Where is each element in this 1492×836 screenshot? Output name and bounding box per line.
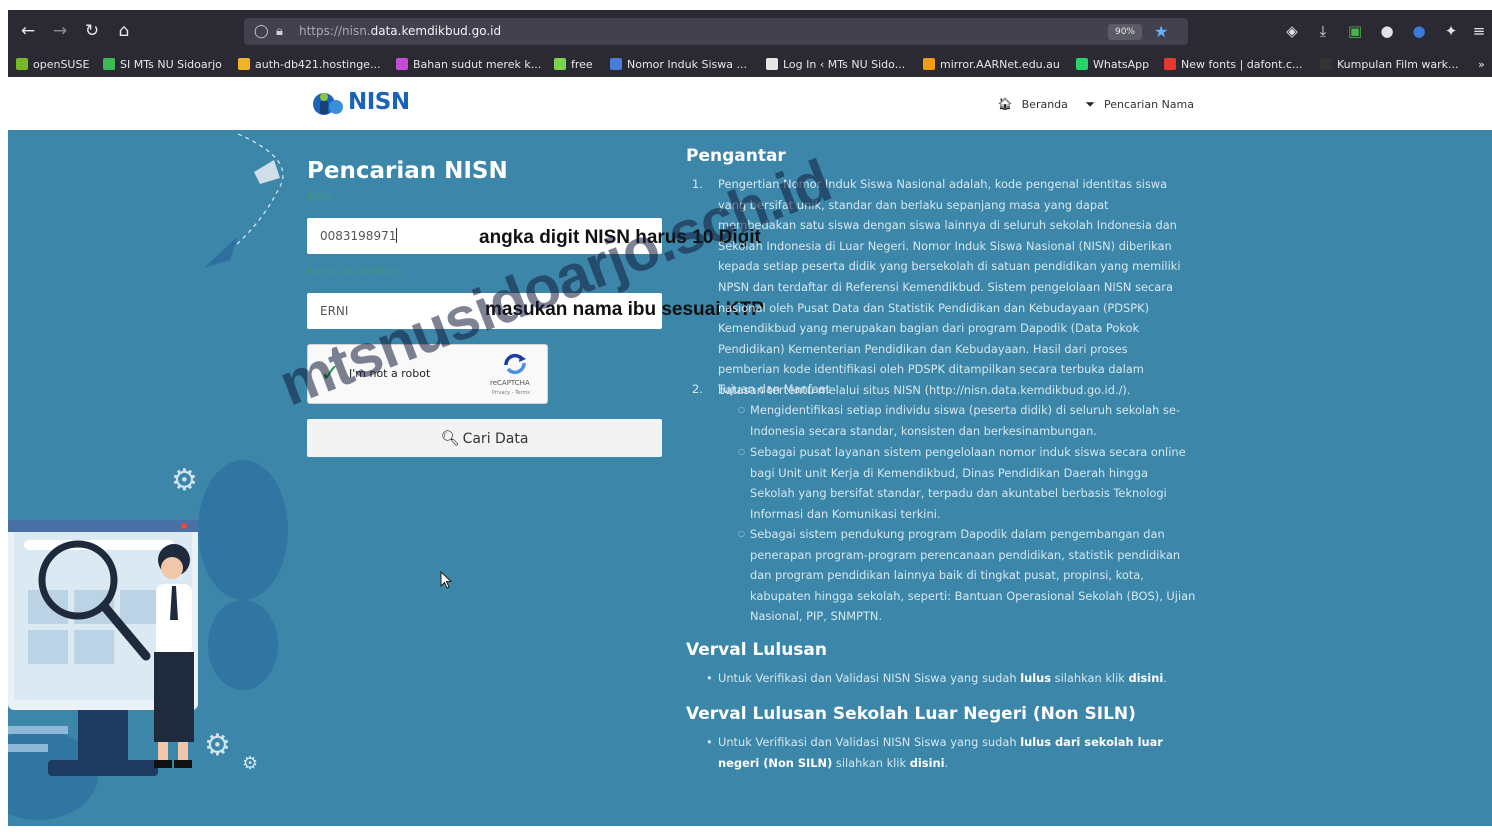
account-icon[interactable]: ● (1408, 10, 1430, 53)
pocket-icon[interactable]: ◈ (1281, 10, 1303, 53)
captcha-links[interactable]: Privacy - Terms (492, 390, 530, 396)
bookmark-item[interactable]: New fonts | dafont.c... (1164, 53, 1302, 77)
bookmark-item[interactable]: Bahan sudut merek k... (396, 53, 541, 77)
pin-icon[interactable]: ✦ (1440, 10, 1462, 53)
siln-link[interactable]: disini (910, 756, 945, 770)
verval-link[interactable]: disini (1128, 671, 1163, 685)
site-header: NISN 🏠︎ Beranda ⏷ Pencarian Nama (8, 77, 1492, 130)
bookmark-item[interactable]: Nomor Induk Siswa ... (610, 53, 747, 77)
search-illustration (8, 520, 198, 776)
circle-bullet-icon: ○ (738, 529, 745, 538)
download-icon[interactable]: ⤓ (1312, 10, 1334, 53)
browser-toolbar: ← → ↻ ⌂ ◯ 🔒︎ https://nisn.data.kemdikbud… (8, 10, 1492, 53)
menu-icon[interactable]: ≡ (1468, 10, 1490, 53)
mouse-cursor-icon (440, 571, 452, 589)
circle-bullet-icon: ○ (738, 405, 745, 414)
nisn-logo[interactable]: NISN (308, 85, 410, 123)
circle-extension-icon[interactable]: ● (1376, 10, 1398, 53)
nav-beranda[interactable]: 🏠︎ Beranda (990, 97, 1068, 111)
bookmark-favicon-icon (16, 58, 28, 70)
bookmark-star-icon[interactable]: ★ (1154, 18, 1168, 45)
zoom-badge[interactable]: 90% (1108, 24, 1142, 40)
lock-icon[interactable]: 🔒︎ (276, 18, 283, 45)
bookmark-item[interactable]: free (554, 53, 593, 77)
bookmark-favicon-icon (766, 58, 778, 70)
purpose-item-2: ○ Sebagai pusat layanan sistem pengelola… (738, 442, 1196, 524)
siln-heading: Verval Lulusan Sekolah Luar Negeri (Non … (686, 704, 1136, 724)
bookmark-favicon-icon (238, 58, 250, 70)
extension-icon[interactable]: ▣ (1344, 10, 1366, 53)
reload-icon[interactable]: ↻ (76, 10, 108, 53)
purpose-item-3: ○ Sebagai sistem pendukung program Dapod… (738, 524, 1196, 627)
bookmark-item[interactable]: mirror.AARNet.edu.au (923, 53, 1060, 77)
bookmark-favicon-icon (1164, 58, 1176, 70)
search-icon: 🔍︎ (440, 429, 460, 447)
paper-plane-decoration (204, 133, 284, 268)
gear-icon: ⚙ (242, 753, 259, 774)
address-bar[interactable]: ◯ 🔒︎ https://nisn.data.kemdikbud.go.id 9… (244, 18, 1188, 45)
search-button[interactable]: 🔍︎ Cari Data (307, 419, 662, 457)
bookmark-item[interactable]: auth-db421.hostinge... (238, 53, 380, 77)
nisn-label: NISN (307, 192, 332, 203)
bottom-strip (8, 826, 1492, 836)
main-content: ⚙ ⚙ ⚙ Pencarian NISN NISN 0083198971 ang… (8, 130, 1492, 836)
bookmark-item[interactable]: SI MTs NU Sidoarjo (103, 53, 222, 77)
siln-item: • Untuk Verifikasi dan Validasi NISN Sis… (706, 735, 1163, 770)
text-caret (396, 228, 398, 243)
verval-heading: Verval Lulusan (686, 640, 827, 660)
top-nav: 🏠︎ Beranda ⏷ Pencarian Nama (983, 77, 1194, 130)
home-icon[interactable]: ⌂ (108, 10, 140, 53)
bookmarks-overflow-icon[interactable]: » (1478, 53, 1485, 77)
bookmark-favicon-icon (103, 58, 115, 70)
home-icon: 🏠︎ (997, 97, 1013, 111)
captcha-brand: reCAPTCHA (490, 379, 530, 387)
intro-item-2: 2. Tujuan dan Manfaat (692, 382, 831, 396)
back-icon[interactable]: ← (12, 10, 44, 53)
bookmark-item[interactable]: openSUSE (16, 53, 89, 77)
shield-icon[interactable]: ◯ (254, 18, 269, 45)
verval-item: • Untuk Verifikasi dan Validasi NISN Sis… (706, 671, 1167, 685)
bookmark-item[interactable]: Log In ‹ MTs NU Sido... (766, 53, 905, 77)
bookmark-favicon-icon (923, 58, 935, 70)
recaptcha-logo-icon (504, 353, 526, 375)
gear-icon: ⚙ (171, 463, 198, 498)
bookmark-favicon-icon (610, 58, 622, 70)
nisn-emblem-icon (313, 93, 343, 115)
bookmark-favicon-icon (396, 58, 408, 70)
bookmark-favicon-icon (554, 58, 566, 70)
bookmark-item[interactable]: Kumpulan Film wark... (1320, 53, 1459, 77)
bookmarks-bar: openSUSE SI MTs NU Sidoarjo auth-db421.h… (8, 53, 1492, 77)
logo-text: NISN (348, 89, 410, 115)
nav-pencarian-nama[interactable]: ⏷ Pencarian Nama (1078, 97, 1194, 111)
circle-bullet-icon: ○ (738, 447, 745, 456)
page-title: Pencarian NISN (307, 158, 508, 184)
bookmark-favicon-icon (1076, 58, 1088, 70)
bookmark-item[interactable]: WhatsApp (1076, 53, 1149, 77)
bookmark-favicon-icon (1320, 58, 1332, 70)
top-strip (0, 0, 1492, 10)
url-text[interactable]: https://nisn.data.kemdikbud.go.id (299, 18, 501, 45)
mother-name-label: Nama Ibu Kandung (307, 266, 403, 277)
gear-icon: ⚙ (204, 728, 231, 763)
purpose-item-1: ○ Mengidentifikasi setiap individu siswa… (738, 400, 1196, 441)
forward-icon[interactable]: → (44, 10, 76, 53)
filter-icon: ⏷ (1085, 97, 1096, 111)
